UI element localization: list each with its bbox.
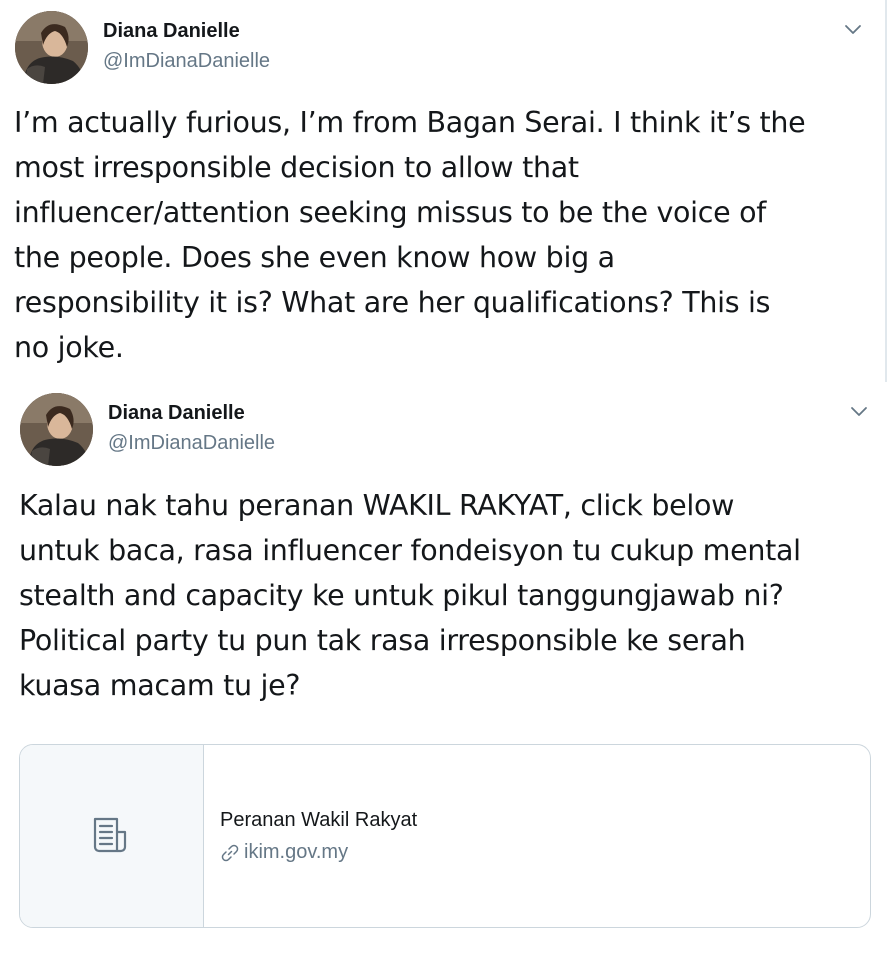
divider: [885, 0, 887, 382]
avatar-image: [20, 393, 93, 466]
author-handle[interactable]: @ImDianaDanielle: [103, 50, 270, 73]
card-domain[interactable]: ikim.gov.my: [220, 841, 348, 864]
tweet-text: I’m actually furious, I’m from Bagan Ser…: [14, 106, 806, 364]
tweet[interactable]: Diana Danielle @ImDianaDanielle I’m actu…: [0, 0, 885, 382]
card-title[interactable]: Peranan Wakil Rakyat: [220, 809, 417, 832]
link-card[interactable]: Peranan Wakil Rakyat ikim.gov.my: [19, 744, 871, 928]
tweet[interactable]: Diana Danielle @ImDianaDanielle Kalau na…: [0, 382, 889, 954]
avatar[interactable]: [20, 393, 93, 466]
author-name[interactable]: Diana Danielle: [108, 402, 245, 425]
author-handle[interactable]: @ImDianaDanielle: [108, 432, 275, 455]
link-icon: [220, 843, 240, 863]
tweet-text: Kalau nak tahu peranan WAKIL RAKYAT, cli…: [19, 489, 801, 702]
chevron-down-icon[interactable]: [848, 400, 870, 422]
document-icon: [91, 816, 131, 856]
card-thumbnail: [20, 745, 204, 927]
author-name[interactable]: Diana Danielle: [103, 20, 240, 43]
chevron-down-icon[interactable]: [842, 18, 864, 40]
avatar[interactable]: [15, 11, 88, 84]
card-domain-text[interactable]: ikim.gov.my: [244, 841, 348, 864]
avatar-image: [15, 11, 88, 84]
